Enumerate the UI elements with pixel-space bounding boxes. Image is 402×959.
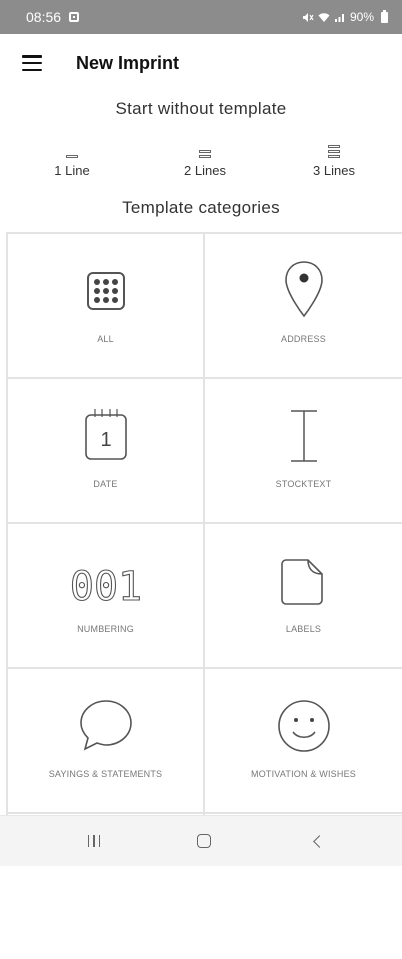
two-lines-label: 2 Lines (184, 163, 226, 178)
category-labels[interactable]: LABELS (205, 524, 402, 669)
one-line-icon (27, 138, 117, 158)
signal-icon (334, 13, 344, 22)
one-line-option[interactable]: 1 Line (27, 138, 117, 178)
speech-bubble-icon (79, 700, 132, 751)
category-label: SAYINGS & STATEMENTS (48, 769, 163, 779)
wifi-icon (318, 12, 330, 22)
battery-percent: 90% (349, 10, 374, 24)
category-motivation-wishes[interactable]: MOTIVATION & WISHES (205, 669, 402, 814)
recents-button[interactable] (54, 816, 134, 866)
three-lines-option[interactable]: 3 Lines (289, 138, 379, 178)
notification-icon (69, 12, 80, 22)
calendar-day-number: 1 (100, 429, 111, 451)
three-lines-icon (289, 138, 379, 158)
line-options: 1 Line 2 Lines 3 Lines (0, 138, 402, 186)
template-categories-heading: Template categories (122, 198, 280, 217)
grid-dots-icon (86, 272, 125, 310)
category-date[interactable]: 1 DATE (6, 379, 205, 524)
start-without-template-heading: Start without template (115, 99, 287, 118)
calendar-icon: 1 (84, 409, 127, 460)
system-navigation-bar (0, 815, 402, 866)
category-sayings-statements[interactable]: SAYINGS & STATEMENTS (6, 669, 205, 814)
category-label: MOTIVATION & WISHES (251, 769, 356, 779)
one-line-label: 1 Line (54, 163, 90, 178)
category-label: LABELS (285, 624, 322, 634)
two-lines-icon (160, 138, 250, 158)
page-title: New Imprint (76, 52, 180, 73)
label-page-icon (280, 559, 323, 605)
back-icon (312, 834, 326, 848)
smiley-icon (277, 700, 330, 752)
numbering-digits: 001 (71, 564, 141, 610)
three-lines-label: 3 Lines (313, 163, 355, 178)
category-label: ALL (97, 334, 114, 344)
text-cursor-icon (290, 410, 317, 462)
recents-icon (87, 835, 101, 847)
category-label: ADDRESS (281, 334, 326, 344)
category-stocktext[interactable]: STOCKTEXT (205, 379, 402, 524)
category-label: STOCKTEXT (275, 479, 332, 489)
mute-icon (302, 12, 314, 22)
battery-icon (381, 9, 388, 23)
status-bar: 08:56 90% (0, 0, 402, 34)
app-bar: New Imprint (0, 34, 402, 92)
back-button[interactable] (277, 816, 357, 866)
home-icon (197, 834, 211, 848)
category-label: DATE (93, 479, 118, 489)
home-button[interactable] (164, 816, 244, 866)
category-all[interactable]: ALL (6, 234, 205, 379)
map-pin-icon (284, 261, 323, 318)
system-icons: 90% (302, 9, 388, 24)
category-address[interactable]: ADDRESS (205, 234, 402, 379)
two-lines-option[interactable]: 2 Lines (160, 138, 250, 178)
category-label: NUMBERING (77, 624, 134, 634)
hamburger-menu-icon[interactable] (22, 55, 42, 71)
numbering-icon: 001 (71, 563, 141, 610)
category-numbering[interactable]: 001 NUMBERING (6, 524, 205, 669)
status-time: 08:56 (26, 9, 62, 25)
